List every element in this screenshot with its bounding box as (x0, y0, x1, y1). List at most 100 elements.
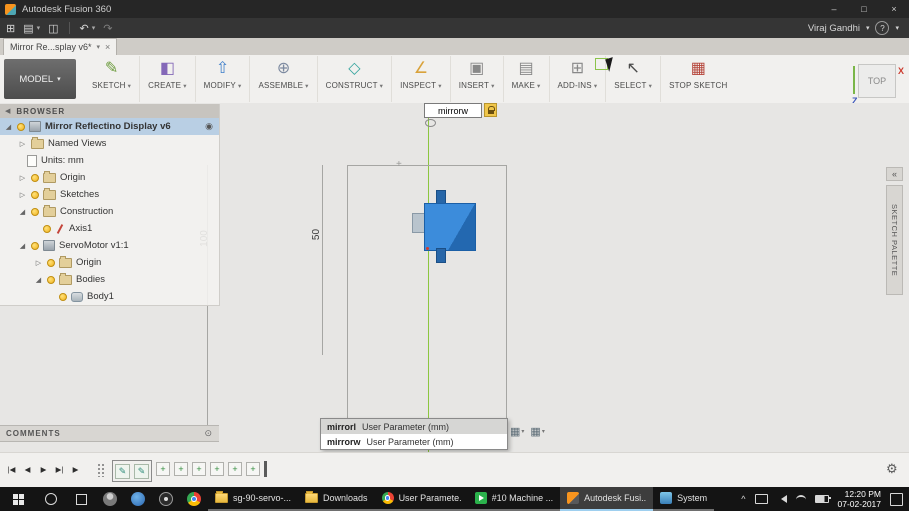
timeline-feature[interactable]: + (246, 462, 260, 476)
file-menu-icon[interactable]: ▤ (23, 22, 33, 35)
browser-item-bodies[interactable]: ◢ Bodies (0, 271, 219, 288)
file-menu-caret-icon[interactable]: ▾ (37, 24, 41, 32)
visibility-bulb-icon[interactable] (31, 190, 39, 199)
browser-item-body1[interactable]: Body1 (0, 288, 219, 305)
timeline-feature[interactable]: + (192, 462, 206, 476)
autocomplete-option-mirrorw[interactable]: mirrorw User Parameter (mm) (321, 434, 507, 449)
expand-arrow-icon[interactable]: ◢ (18, 208, 27, 216)
visibility-bulb-icon[interactable] (43, 224, 51, 233)
task-view-button[interactable] (66, 487, 96, 511)
pinned-app-dark[interactable] (152, 487, 180, 511)
make-menu[interactable]: ▤ MAKE ▾ (504, 56, 550, 102)
taskbar-clock[interactable]: 12:20 PM 07-02-2017 (838, 489, 881, 509)
taskbar-app-folder1[interactable]: sg-90-servo-... (208, 487, 299, 511)
taskbar-app-system[interactable]: System (653, 487, 715, 511)
close-button[interactable]: × (879, 0, 909, 18)
timeline-sketch-feature[interactable]: ✎ (134, 463, 149, 479)
visibility-bulb-icon[interactable] (47, 258, 55, 267)
undo-caret-icon[interactable]: ▾ (92, 24, 96, 32)
minimize-button[interactable]: – (819, 0, 849, 18)
modify-menu[interactable]: ⇧ MODIFY ▾ (196, 56, 251, 102)
hidden-icons-caret[interactable]: ^ (741, 494, 745, 504)
document-tab-caret-icon[interactable]: ▾ (97, 43, 101, 51)
browser-item-axis1[interactable]: Axis1 (0, 220, 219, 237)
browser-item-construction[interactable]: ◢ Construction (0, 203, 219, 220)
sketch-palette-tab[interactable]: SKETCH PALETTE (886, 185, 903, 295)
speaker-icon[interactable] (777, 495, 787, 503)
view-cube-face[interactable]: TOP (858, 64, 896, 98)
expand-arrow-icon[interactable]: ▷ (18, 191, 27, 199)
palette-collapse-button[interactable]: « (886, 167, 903, 181)
battery-icon[interactable] (814, 495, 831, 503)
skip-to-start-button[interactable]: |◀ (5, 462, 18, 477)
collapse-panel-icon[interactable]: ◀ (5, 107, 11, 115)
assemble-menu[interactable]: ⊕ ASSEMBLE ▾ (250, 56, 318, 102)
expand-arrow-icon[interactable]: ▷ (18, 140, 27, 148)
help-icon[interactable]: ? (875, 21, 890, 35)
snap-settings-button[interactable]: ▦ ▾ (510, 425, 524, 438)
dimension-line-50[interactable] (322, 165, 323, 355)
help-caret-icon[interactable]: ▾ (895, 24, 899, 32)
undo-button[interactable]: ↶ (80, 22, 89, 35)
dimension-value-input[interactable] (424, 103, 482, 118)
activate-component-radio[interactable]: ◉ (205, 121, 213, 132)
taskbar-app-chrome[interactable]: User Paramete... (374, 487, 468, 511)
expand-arrow-icon[interactable]: ◢ (4, 123, 13, 131)
timeline-feature[interactable]: + (174, 462, 188, 476)
start-button[interactable] (0, 487, 36, 511)
inspect-menu[interactable]: ∠ INSPECT ▾ (392, 56, 451, 102)
dimension-label-50[interactable]: 50 (311, 229, 322, 240)
timeline-feature[interactable]: + (210, 462, 224, 476)
autocomplete-option-mirrorl[interactable]: mirrorl User Parameter (mm) (321, 419, 507, 434)
taskbar-app-fusion[interactable]: Autodesk Fusi... (560, 487, 654, 511)
visibility-bulb-icon[interactable] (17, 122, 25, 131)
stop-sketch-button[interactable]: ▦ STOP SKETCH (661, 56, 735, 102)
save-button[interactable]: ◫ (48, 22, 58, 35)
dimension-handle[interactable] (425, 119, 436, 127)
expand-arrow-icon[interactable]: ▷ (34, 259, 43, 267)
network-icon[interactable] (795, 494, 806, 504)
maximize-button[interactable]: □ (849, 0, 879, 18)
timeline-grip-handle[interactable] (97, 463, 105, 477)
document-tab-close-icon[interactable]: × (105, 42, 110, 52)
construct-menu[interactable]: ◇ CONSTRUCT ▾ (318, 56, 393, 102)
visibility-bulb-icon[interactable] (47, 275, 55, 284)
comments-bar[interactable]: COMMENTS ⊙ (0, 425, 219, 442)
browser-item-sketches[interactable]: ▷ Sketches (0, 186, 219, 203)
app-menu-icon[interactable]: ⊞ (6, 22, 15, 35)
servo-motor-body[interactable] (412, 189, 484, 263)
taskbar-app-video[interactable]: #10 Machine ... (467, 487, 561, 511)
play-button[interactable]: ▶ (37, 462, 50, 477)
comments-target-icon[interactable]: ⊙ (204, 428, 213, 439)
sketch-menu[interactable]: ✎ SKETCH ▾ (84, 56, 141, 102)
timeline-position-marker[interactable] (264, 461, 267, 477)
visibility-bulb-icon[interactable] (31, 241, 39, 250)
timeline-feature[interactable]: + (156, 462, 170, 476)
browser-item-origin2[interactable]: ▷ Origin (0, 254, 219, 271)
visibility-bulb-icon[interactable] (31, 207, 39, 216)
visibility-bulb-icon[interactable] (59, 292, 67, 301)
user-name[interactable]: Viraj Gandhi (808, 23, 860, 34)
action-center-icon[interactable] (890, 492, 903, 506)
insert-menu[interactable]: ▣ INSERT ▾ (451, 56, 504, 102)
settings-gear-icon[interactable]: ⚙ (886, 461, 898, 477)
workspace-selector[interactable]: MODEL ▾ (4, 59, 76, 99)
browser-item-root[interactable]: ◢ Mirror Reflectino Display v6 ◉ (0, 118, 219, 135)
user-menu-caret-icon[interactable]: ▾ (866, 24, 870, 32)
timeline-sketch-feature[interactable]: ✎ (115, 463, 130, 479)
redo-button[interactable]: ↷ (103, 22, 112, 35)
document-tab[interactable]: Mirror Re...splay v6* ▾ × (3, 38, 118, 55)
step-back-button[interactable]: ◀ (21, 462, 34, 477)
expand-arrow-icon[interactable]: ▷ (18, 174, 27, 182)
play-alt-button[interactable]: ▶ (69, 462, 82, 477)
create-menu[interactable]: ◧ CREATE ▾ (140, 56, 196, 102)
grid-settings-button[interactable]: ▦ ▾ (530, 425, 544, 438)
pinned-app-blue[interactable] (124, 487, 152, 511)
skip-to-end-button[interactable]: ▶| (53, 462, 66, 477)
browser-item-servomotor[interactable]: ◢ ServoMotor v1:1 (0, 237, 219, 254)
taskbar-app-downloads[interactable]: Downloads (298, 487, 375, 511)
expand-arrow-icon[interactable]: ◢ (18, 242, 27, 250)
timeline-feature[interactable]: + (228, 462, 242, 476)
browser-item-origin[interactable]: ▷ Origin (0, 169, 219, 186)
search-button[interactable] (36, 487, 66, 511)
